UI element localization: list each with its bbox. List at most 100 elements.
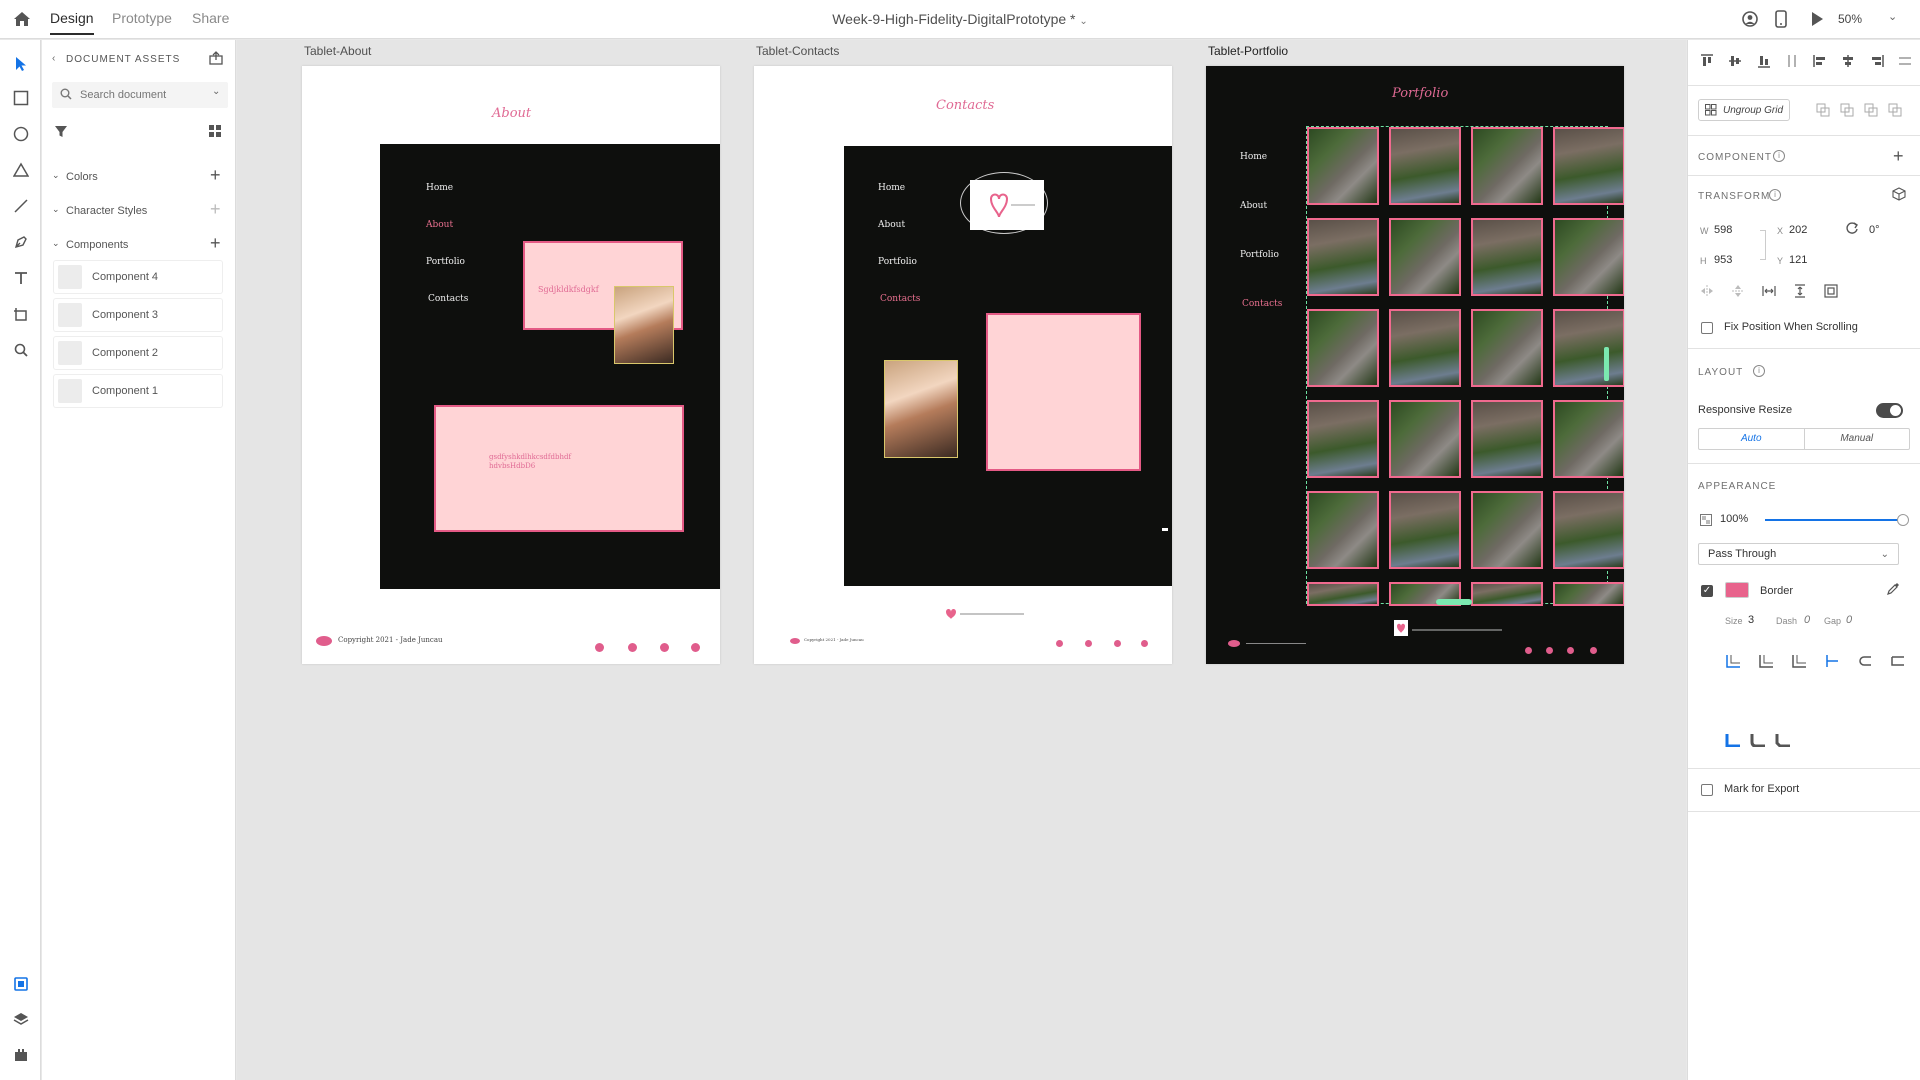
portfolio-thumbnail[interactable] — [1389, 491, 1461, 569]
search-filter-chevron-icon[interactable]: ⌄ — [212, 86, 220, 97]
ungroup-grid-button[interactable]: Ungroup Grid — [1698, 99, 1790, 121]
section-colors[interactable]: Colors — [66, 171, 98, 183]
portfolio-thumbnail[interactable] — [1553, 127, 1624, 205]
stroke-center-icon[interactable] — [1758, 654, 1774, 668]
component-item[interactable]: Component 4 — [54, 261, 222, 293]
portfolio-thumbnail[interactable] — [1307, 400, 1379, 478]
add-component-icon[interactable]: + — [210, 234, 221, 252]
rectangle-tool-icon[interactable] — [8, 85, 33, 110]
opacity-value[interactable]: 100% — [1720, 513, 1748, 525]
add-boolean-icon[interactable] — [1816, 103, 1830, 117]
opacity-slider-handle[interactable] — [1897, 514, 1909, 526]
grid-column-handle[interactable] — [1604, 347, 1609, 381]
rotate-icon[interactable] — [1845, 221, 1859, 238]
nav-portfolio[interactable]: Portfolio — [878, 257, 917, 267]
flip-horizontal-icon[interactable] — [1700, 284, 1714, 298]
ellipse-tool-icon[interactable] — [8, 121, 33, 146]
character-styles-chevron-icon[interactable]: ⌄ — [52, 204, 60, 215]
lock-aspect-icon[interactable] — [1760, 230, 1766, 260]
instagram-icon[interactable] — [1141, 640, 1148, 647]
fit-content-icon[interactable] — [1824, 284, 1838, 298]
polygon-tool-icon[interactable] — [8, 157, 33, 182]
border-color-swatch[interactable] — [1725, 582, 1749, 598]
width-value[interactable]: 598 — [1714, 224, 1732, 236]
artboard-label-contacts[interactable]: Tablet-Contacts — [756, 44, 839, 58]
share-assets-icon[interactable] — [208, 50, 224, 69]
twitter-icon[interactable] — [1546, 647, 1553, 654]
nav-portfolio[interactable]: Portfolio — [1240, 250, 1279, 260]
artboard-portfolio[interactable]: Portfolio Home About Portfolio Contacts — [1206, 66, 1624, 664]
nav-about[interactable]: About — [426, 220, 453, 230]
align-top-icon[interactable] — [1700, 54, 1714, 68]
join-round-icon[interactable] — [1750, 733, 1766, 747]
youtube-icon[interactable] — [660, 643, 669, 652]
nav-contacts[interactable]: Contacts — [428, 294, 468, 304]
stroke-outside-icon[interactable] — [1791, 654, 1807, 668]
info-icon[interactable]: i — [1753, 365, 1765, 377]
instagram-icon[interactable] — [1590, 647, 1597, 654]
portfolio-thumbnail[interactable] — [1553, 491, 1624, 569]
add-color-icon[interactable]: + — [210, 166, 221, 184]
rotation-value[interactable]: 0° — [1869, 224, 1880, 236]
portfolio-thumbnail[interactable] — [1553, 582, 1624, 606]
add-component-state-icon[interactable]: + — [1893, 147, 1904, 165]
eyedropper-icon[interactable] — [1886, 582, 1900, 599]
facebook-icon[interactable] — [1525, 647, 1532, 654]
y-value[interactable]: 121 — [1789, 254, 1807, 266]
border-dash-value[interactable]: 0 — [1804, 614, 1810, 626]
align-bottom-icon[interactable] — [1757, 54, 1771, 68]
text-tool-icon[interactable] — [8, 265, 33, 290]
artboard-label-portfolio[interactable]: Tablet-Portfolio — [1208, 44, 1288, 58]
back-chevron-icon[interactable]: ‹ — [52, 53, 55, 64]
portfolio-thumbnail[interactable] — [1471, 491, 1543, 569]
artboard-tool-icon[interactable] — [8, 301, 33, 326]
portfolio-thumbnail[interactable] — [1471, 309, 1543, 387]
section-components[interactable]: Components — [66, 239, 128, 251]
youtube-icon[interactable] — [1114, 640, 1121, 647]
cap-round-icon[interactable] — [1856, 654, 1872, 668]
component-item[interactable]: Component 2 — [54, 337, 222, 369]
distribute-horizontal-icon[interactable] — [1898, 54, 1912, 68]
facebook-icon[interactable] — [1056, 640, 1063, 647]
zoom-tool-icon[interactable] — [8, 337, 33, 362]
line-tool-icon[interactable] — [8, 193, 33, 218]
twitter-icon[interactable] — [1085, 640, 1092, 647]
select-tool-icon[interactable] — [8, 51, 33, 76]
flip-vertical-icon[interactable] — [1731, 284, 1745, 298]
align-left-icon[interactable] — [1813, 54, 1827, 68]
nav-portfolio[interactable]: Portfolio — [426, 257, 465, 267]
portfolio-thumbnail[interactable] — [1307, 218, 1379, 296]
cap-butt-icon[interactable] — [1823, 654, 1839, 668]
component-item[interactable]: Component 3 — [54, 299, 222, 331]
portfolio-thumbnail[interactable] — [1307, 309, 1379, 387]
nav-about[interactable]: About — [1240, 201, 1267, 211]
grid-row-handle[interactable] — [1436, 599, 1472, 605]
blend-mode-select[interactable]: Pass Through ⌄ — [1698, 543, 1899, 565]
artboard-contacts[interactable]: Contacts Home About Portfolio Contacts C… — [754, 66, 1172, 664]
join-miter-icon[interactable] — [1725, 733, 1741, 747]
twitter-icon[interactable] — [628, 643, 637, 652]
chevron-down-icon[interactable]: ⌄ — [1079, 16, 1087, 27]
portfolio-thumbnail[interactable] — [1389, 309, 1461, 387]
repeat-grid[interactable] — [1306, 126, 1624, 606]
info-icon[interactable]: i — [1769, 189, 1781, 201]
nav-home[interactable]: Home — [426, 183, 453, 193]
distribute-vertical-icon[interactable] — [1785, 54, 1799, 68]
section-character-styles[interactable]: Character Styles — [66, 205, 147, 217]
align-right-icon[interactable] — [1870, 54, 1884, 68]
design-canvas[interactable]: Tablet-About About Home About Portfolio … — [237, 40, 1686, 1080]
fit-width-icon[interactable] — [1762, 284, 1776, 298]
portfolio-thumbnail[interactable] — [1553, 309, 1624, 387]
play-icon[interactable] — [1810, 11, 1824, 30]
colors-chevron-icon[interactable]: ⌄ — [52, 170, 60, 181]
youtube-icon[interactable] — [1567, 647, 1574, 654]
nav-home[interactable]: Home — [878, 183, 905, 193]
document-title[interactable]: Week-9-High-Fidelity-DigitalPrototype * — [832, 11, 1075, 27]
portfolio-thumbnail[interactable] — [1307, 582, 1379, 606]
user-icon[interactable] — [1742, 11, 1758, 30]
height-value[interactable]: 953 — [1714, 254, 1732, 266]
artboard-label-about[interactable]: Tablet-About — [304, 44, 371, 58]
portfolio-thumbnail[interactable] — [1307, 491, 1379, 569]
portfolio-thumbnail[interactable] — [1307, 127, 1379, 205]
join-bevel-icon[interactable] — [1775, 733, 1791, 747]
